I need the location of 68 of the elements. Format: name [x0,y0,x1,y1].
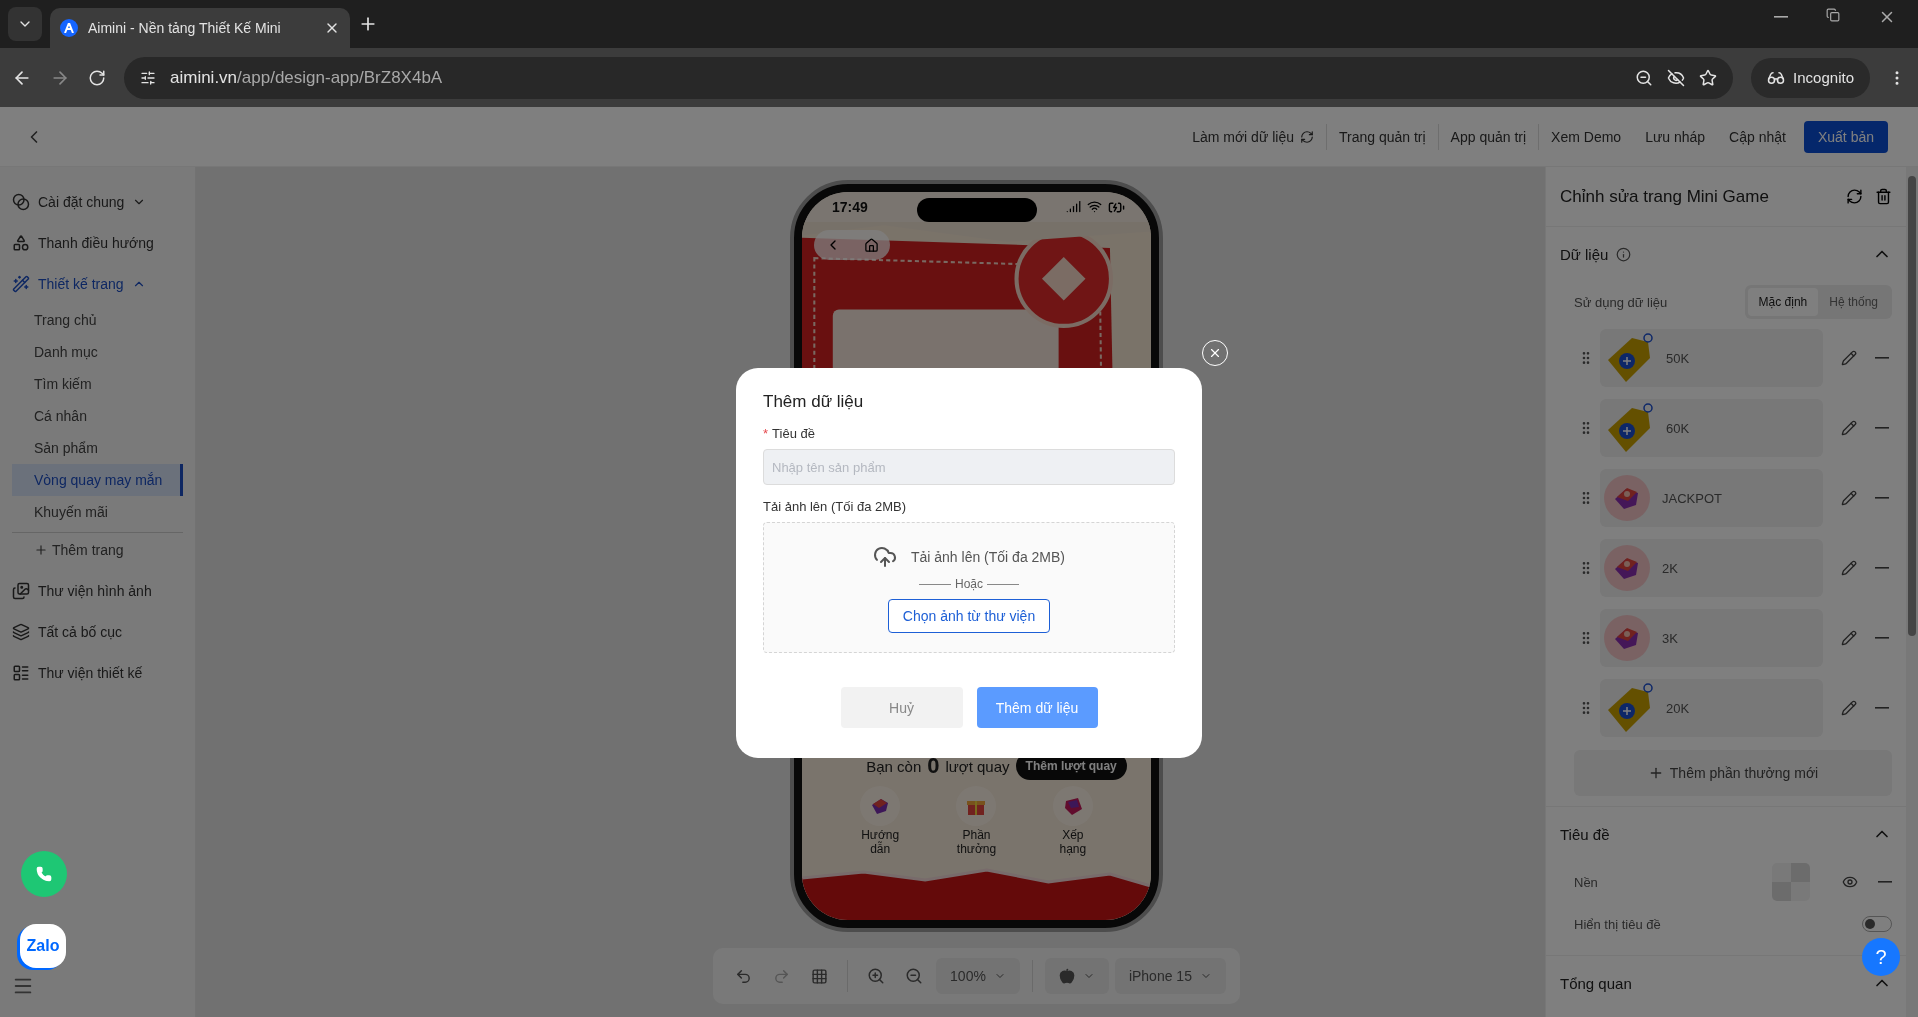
reward-label: 20K [1666,700,1690,716]
sidebar-item[interactable]: Tất cả bố cục [12,611,195,652]
segment-option[interactable]: Mặc định [1747,288,1819,316]
sidebar-subitem[interactable]: Cá nhân [12,400,183,432]
status-time: 17:49 [832,199,868,215]
browser-tab[interactable]: Aimini - Nền tảng Thiết Kế Mini [50,8,350,48]
sidebar-subitem[interactable]: Trang chủ [12,304,183,336]
spins-count: 0 [927,753,940,779]
field-label: * Tiêu đề [763,426,816,441]
header-button[interactable]: Cập nhật [1717,123,1798,150]
name-input-field[interactable]: Nhập tên sản phẩm [763,449,1175,485]
sidebar-subitem[interactable]: Khuyến mãi [12,496,183,528]
sidebar-subitem[interactable]: Danh mục [12,336,183,368]
reward-label: JACKPOT [1662,490,1722,506]
header-button[interactable]: Xem Demo [1539,123,1634,150]
shortcut-label[interactable]: Hướng dẫn [858,828,903,856]
sidebar-subitem[interactable]: Tìm kiếm [12,368,183,400]
section-title: Tiêu đề [1560,825,1610,843]
reward-card[interactable]: JACKPOT [1600,469,1823,527]
sidebar-subitem[interactable]: Vòng quay may mắn [12,464,183,496]
reward-card[interactable]: 50K [1600,329,1823,387]
shortcut-label[interactable]: Xếp hạng [1050,828,1095,856]
row-label: Nền [1574,874,1599,890]
reward-card[interactable]: 3K [1600,609,1823,667]
dropzone-text: Tải ảnh lên (Tối đa 2MB) [910,549,1066,565]
spins-label: lượt quay [945,757,1010,775]
profile-chip[interactable]: Incognito [1751,57,1870,98]
device-select[interactable]: iPhone 15 [1114,958,1226,994]
reward-label: 2K [1662,560,1678,576]
row-label: Hiển thị tiêu đề [1574,916,1662,932]
header-button[interactable]: Trang quản trị [1326,123,1439,150]
reward-card[interactable]: 2K [1600,539,1823,597]
add-page-link[interactable]: Thêm trang [12,532,183,566]
header-button[interactable]: App quản trị [1438,123,1540,150]
segment-option[interactable]: Hệ thống [1818,288,1889,316]
zoom-select[interactable]: 100% [936,958,1020,994]
url-text: aimini.vn/app/design-app/BrZ8X4bA [170,67,444,88]
section-title: Tổng quan [1560,974,1632,992]
row-label: Sử dụng dữ liệu [1574,294,1669,310]
reward-label: 50K [1666,350,1690,366]
sidebar-item[interactable]: Cài đặt chung [12,181,195,222]
add-reward-button[interactable]: Thêm phần thưởng mới [1574,750,1892,796]
reward-card[interactable]: 20K [1600,679,1823,737]
or-text: Hoặc [955,577,983,591]
sidebar-item[interactable]: Thiết kế trang [12,263,195,304]
reward-card[interactable]: 60K [1600,399,1823,457]
cancel-button[interactable]: Huỷ [840,687,963,728]
upload-dropzone[interactable]: Tải ảnh lên (Tối đa 2MB) Hoặc Chọn ảnh từ thư viện [763,522,1175,653]
sidebar-item[interactable]: Thanh điều hướng [12,222,195,263]
publish-button[interactable]: Xuất bản [1803,120,1888,153]
modal-title: Thêm dữ liệu [763,392,865,412]
section-title: Dữ liệu [1560,245,1609,263]
sidebar-item[interactable]: Thư viện thiết kế [12,652,195,693]
reward-label: 3K [1662,630,1678,646]
header-button[interactable]: Lưu nháp [1633,123,1718,150]
reward-label: 60K [1666,420,1690,436]
shortcut-label[interactable]: Phần thưởng [954,828,999,856]
panel-title: Chỉnh sửa trang Mini Game [1560,186,1770,207]
submit-button[interactable]: Thêm dữ liệu [976,687,1098,728]
spins-label: Bạn còn [866,757,922,775]
sidebar-item[interactable]: Thư viện hình ảnh [12,570,195,611]
zalo-chat-button[interactable]: Zalo [20,924,66,968]
address-bar[interactable]: aimini.vn/app/design-app/BrZ8X4bA [124,56,1734,99]
sidebar-subitem[interactable]: Sản phẩm [12,432,183,464]
field-label: Tải ảnh lên (Tối đa 2MB) [763,499,908,514]
tab-title: Aimini - Nền tảng Thiết Kế Mini [88,20,282,36]
library-button[interactable]: Chọn ảnh từ thư viện [887,599,1051,633]
header-button[interactable]: Làm mới dữ liệu [1180,123,1327,150]
